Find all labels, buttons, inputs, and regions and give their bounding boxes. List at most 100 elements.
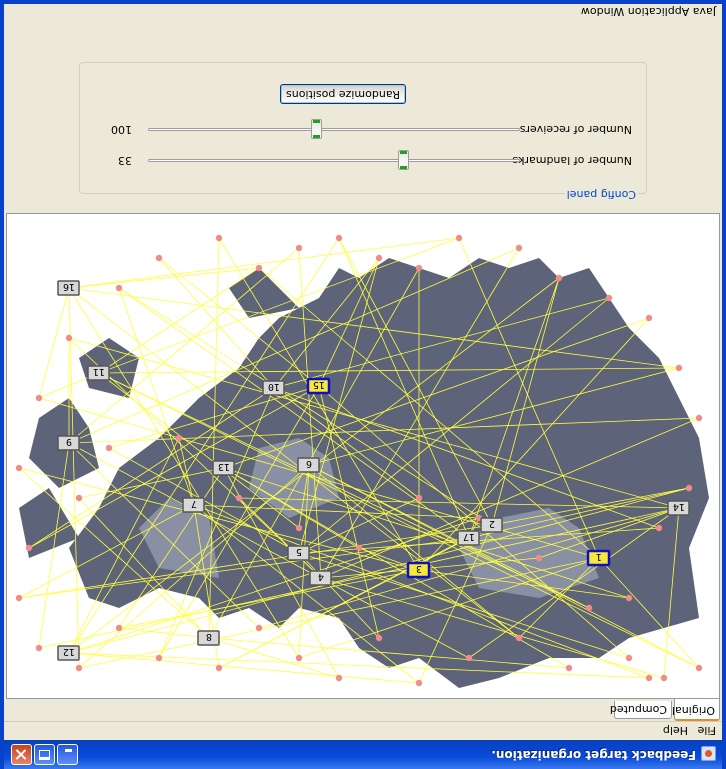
receiver-marker[interactable]: 7	[182, 497, 205, 513]
landmark-marker[interactable]	[335, 674, 343, 682]
receivers-row: Number of receivers 100	[78, 116, 646, 142]
landmark-marker[interactable]	[175, 434, 183, 442]
landmark-marker[interactable]	[535, 554, 543, 562]
receiver-marker[interactable]: 13	[212, 460, 235, 476]
landmark-marker[interactable]	[645, 314, 653, 322]
landmark-marker[interactable]	[375, 634, 383, 642]
close-button[interactable]	[11, 744, 32, 765]
landmark-marker[interactable]	[625, 654, 633, 662]
receiver-label: 13	[218, 461, 230, 472]
maximize-button[interactable]	[34, 744, 55, 765]
receiver-marker[interactable]: 14	[667, 500, 690, 516]
receiver-marker[interactable]: 9	[57, 435, 80, 451]
config-panel-legend: Config panel	[564, 188, 638, 201]
landmark-marker[interactable]	[585, 604, 593, 612]
landmark-marker[interactable]	[355, 544, 363, 552]
landmarks-slider-track[interactable]	[148, 159, 520, 162]
receiver-label: 4	[318, 571, 324, 582]
landmark-marker[interactable]	[455, 234, 463, 242]
landmark-marker[interactable]	[255, 264, 263, 272]
landmark-marker[interactable]	[155, 254, 163, 262]
receivers-slider-track[interactable]	[148, 128, 520, 131]
receiver-marker[interactable]: 4	[309, 570, 332, 586]
landmark-marker[interactable]	[215, 664, 223, 672]
receivers-label: Number of receivers	[519, 123, 632, 136]
receivers-slider-thumb[interactable]	[311, 119, 322, 139]
java-app-icon[interactable]	[701, 746, 716, 761]
receiver-label: 9	[66, 436, 72, 447]
tab-computed[interactable]: Computed	[610, 701, 672, 719]
receiver-label: 15	[313, 379, 325, 390]
landmark-marker[interactable]	[605, 294, 613, 302]
landmark-marker[interactable]	[15, 464, 23, 472]
landmark-marker[interactable]	[335, 234, 343, 242]
landmark-marker[interactable]	[565, 664, 573, 672]
title-bar[interactable]: Feedback target organization.	[4, 740, 722, 769]
landmark-marker[interactable]	[25, 544, 33, 552]
landmarks-row: Number of landmarks 33	[78, 147, 646, 173]
landmark-marker[interactable]	[695, 414, 703, 422]
tab-original[interactable]: Original	[672, 699, 720, 721]
landmark-marker[interactable]	[695, 664, 703, 672]
landmark-marker[interactable]	[515, 244, 523, 252]
receiver-marker[interactable]: 16	[57, 280, 80, 296]
menu-bar: File Help	[4, 721, 722, 740]
receiver-marker[interactable]: 8	[197, 630, 220, 646]
landmark-marker[interactable]	[415, 264, 423, 272]
map-svg: 1234567891011121314151617	[15, 234, 709, 688]
landmark-marker[interactable]	[515, 634, 523, 642]
landmark-marker[interactable]	[655, 524, 663, 532]
receiver-marker[interactable]: 10	[262, 380, 285, 396]
receiver-marker[interactable]: 2	[480, 517, 503, 533]
landmark-marker[interactable]	[295, 654, 303, 662]
receiver-label: 17	[463, 531, 475, 542]
receiver-marker[interactable]: 11	[87, 365, 110, 381]
landmark-marker[interactable]	[15, 594, 23, 602]
menu-file[interactable]: File	[698, 724, 716, 737]
receiver-marker[interactable]: 1	[586, 549, 611, 567]
receiver-marker[interactable]: 17	[457, 530, 480, 546]
landmark-marker[interactable]	[660, 674, 668, 682]
landmark-marker[interactable]	[115, 624, 123, 632]
application-window: Feedback target organization. File Help …	[0, 0, 726, 769]
receiver-label: 5	[296, 546, 302, 557]
map-canvas[interactable]: 1 2 3 4 5 6 7 8 9 10 11 12 13 14 15 16 17	[6, 213, 720, 699]
landmark-marker[interactable]	[235, 494, 243, 502]
signal-link	[98, 267, 260, 374]
landmark-marker[interactable]	[255, 624, 263, 632]
receiver-label: 12	[63, 646, 75, 657]
menu-help[interactable]: Help	[663, 724, 688, 737]
receiver-label: 2	[489, 518, 495, 529]
landmark-marker[interactable]	[555, 274, 563, 282]
signal-link	[38, 287, 70, 399]
landmark-marker[interactable]	[295, 524, 303, 532]
receiver-marker[interactable]: 6	[297, 457, 320, 473]
landmark-marker[interactable]	[465, 654, 473, 662]
landmark-marker[interactable]	[65, 334, 73, 342]
landmark-marker[interactable]	[415, 494, 423, 502]
landmark-marker[interactable]	[155, 654, 163, 662]
receiver-marker[interactable]: 12	[57, 645, 80, 661]
minimize-button[interactable]	[57, 744, 78, 765]
landmark-marker[interactable]	[645, 674, 653, 682]
signal-link	[68, 652, 420, 684]
landmark-marker[interactable]	[35, 394, 43, 402]
landmark-marker[interactable]	[415, 679, 423, 687]
landmarks-slider-thumb[interactable]	[398, 150, 409, 170]
landmark-marker[interactable]	[295, 244, 303, 252]
landmark-marker[interactable]	[625, 594, 633, 602]
landmark-marker[interactable]	[75, 664, 83, 672]
landmark-marker[interactable]	[35, 644, 43, 652]
receiver-marker[interactable]: 15	[306, 377, 331, 395]
receiver-marker[interactable]: 3	[406, 561, 431, 579]
receiver-label: 7	[191, 498, 197, 509]
landmark-marker[interactable]	[75, 494, 83, 502]
randomize-positions-button[interactable]: Randomize positions	[280, 84, 406, 104]
receiver-marker[interactable]: 5	[287, 545, 310, 561]
landmark-marker[interactable]	[685, 484, 693, 492]
landmark-marker[interactable]	[115, 284, 123, 292]
landmark-marker[interactable]	[675, 364, 683, 372]
landmark-marker[interactable]	[105, 444, 113, 452]
landmark-marker[interactable]	[375, 254, 383, 262]
landmark-marker[interactable]	[215, 234, 223, 242]
